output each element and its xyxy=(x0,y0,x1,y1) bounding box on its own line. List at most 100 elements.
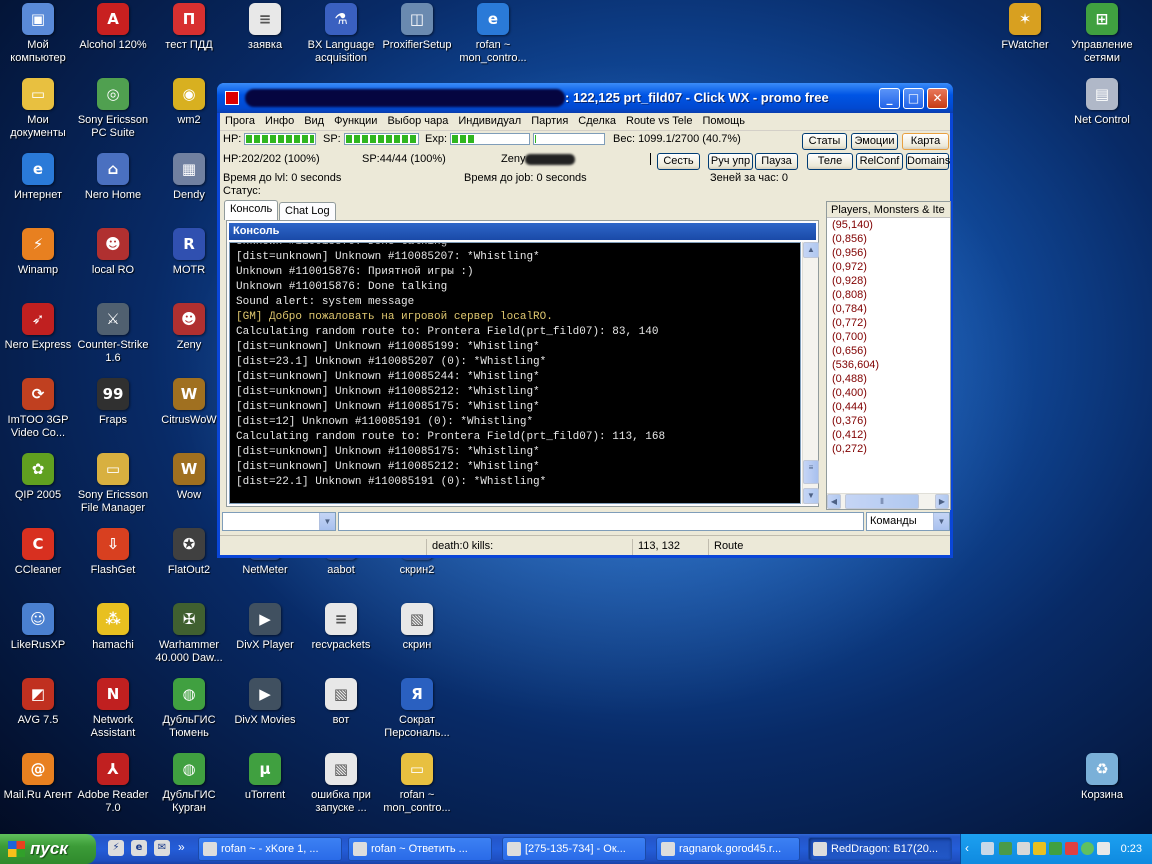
title-bar[interactable]: : 122,125 prt_fild07 - Click WX - promo … xyxy=(217,83,953,113)
desktop-icon[interactable]: µ uTorrent xyxy=(225,751,305,823)
desktop-icon[interactable]: ≡ recvpackets xyxy=(301,601,381,673)
qip-tray-icon[interactable] xyxy=(1081,842,1094,855)
desktop-icon[interactable]: 99 Fraps xyxy=(73,376,153,448)
desktop-icon[interactable]: A Alcohol 120% xyxy=(73,1,153,73)
desktop-icon[interactable]: ▤ Net Control xyxy=(1062,76,1142,148)
minimize-button[interactable]: _ xyxy=(879,88,900,109)
desktop-icon[interactable]: ▭ Sony Ericsson File Manager xyxy=(73,451,153,523)
desktop-icon[interactable]: ◩ AVG 7.5 xyxy=(0,676,78,748)
taskbar-button[interactable]: rofan ~ Ответить ... xyxy=(348,837,492,861)
network-tray-icon[interactable] xyxy=(981,842,994,855)
desktop-icon[interactable]: ▣ Мой компьютер xyxy=(0,1,78,73)
scroll-thumb[interactable]: ≡ xyxy=(803,460,819,484)
desktop-icon[interactable]: ⚗ BX Language acquisition xyxy=(301,1,381,73)
volume-tray-icon[interactable] xyxy=(1017,842,1030,855)
desktop-icon[interactable]: ▧ скрин xyxy=(377,601,457,673)
desktop-icon[interactable]: ☺ LikeRusXP xyxy=(0,601,78,673)
list-item[interactable]: (0,808) xyxy=(827,288,950,302)
list-item[interactable]: (0,444) xyxy=(827,400,950,414)
menu-item[interactable]: Функции xyxy=(329,113,382,129)
desktop-icon[interactable]: ⚔ Counter-Strike 1.6 xyxy=(73,301,153,373)
desktop-icon[interactable]: ♻ Корзина xyxy=(1062,751,1142,823)
manual-control-button[interactable]: Руч упр xyxy=(708,153,753,170)
domains-button[interactable]: Domains xyxy=(906,153,950,170)
desktop-icon[interactable]: ⟳ ImTOO 3GP Video Co... xyxy=(0,376,78,448)
desktop-icon[interactable]: ⁂ hamachi xyxy=(73,601,153,673)
taskbar-button[interactable]: [275-135-734] - Ок... xyxy=(502,837,646,861)
list-item[interactable]: (0,956) xyxy=(827,246,950,260)
commands-select[interactable]: Команды ▼ xyxy=(866,512,950,531)
taskbar-button[interactable]: ragnarok.gorod45.r... xyxy=(656,837,800,861)
list-item[interactable]: (0,700) xyxy=(827,330,950,344)
emotions-button[interactable]: Эмоции xyxy=(851,133,898,150)
desktop-icon[interactable]: Я Сократ Персональ... xyxy=(377,676,457,748)
taskbar-button[interactable]: rofan ~ - xKore 1, ... xyxy=(198,837,342,861)
list-item[interactable]: (0,772) xyxy=(827,316,950,330)
command-input[interactable] xyxy=(338,512,864,531)
menu-item[interactable]: Инфо xyxy=(260,113,299,129)
desktop-icon[interactable]: ⇩ FlashGet xyxy=(73,526,153,598)
desktop-icon[interactable]: ◫ ProxifierSetup xyxy=(377,1,457,73)
chat-target-select[interactable]: ▼ xyxy=(222,512,336,531)
players-monsters-header[interactable]: Players, Monsters & Ite xyxy=(827,202,950,218)
teleport-button[interactable]: Теле xyxy=(807,153,853,170)
desktop-icon[interactable]: ▶ DivX Player xyxy=(225,601,305,673)
app-icon[interactable] xyxy=(225,91,239,105)
list-item[interactable]: (0,376) xyxy=(827,414,950,428)
desktop-icon[interactable]: ▧ ошибка при запуске ... xyxy=(301,751,381,823)
desktop-icon[interactable]: ⌂ Nero Home xyxy=(73,151,153,223)
scroll-up-icon[interactable]: ▲ xyxy=(803,242,819,258)
quicklaunch-more[interactable]: » xyxy=(178,840,185,854)
desktop-icon[interactable]: ⅄ Adobe Reader 7.0 xyxy=(73,751,153,823)
desktop-icon[interactable]: ▭ Мои документы xyxy=(0,76,78,148)
list-item[interactable]: (536,604) xyxy=(827,358,950,372)
list-item[interactable]: (0,972) xyxy=(827,260,950,274)
desktop-icon[interactable]: ▶ DivX Movies xyxy=(225,676,305,748)
menu-item[interactable]: Помощь xyxy=(697,113,750,129)
desktop-icon[interactable]: ▧ вот xyxy=(301,676,381,748)
quicklaunch-winamp-icon[interactable]: ⚡ xyxy=(108,840,124,856)
console-scrollbar[interactable]: ▲ ≡ ▼ xyxy=(802,242,819,504)
menu-item[interactable]: Сделка xyxy=(573,113,621,129)
avg-tray-icon[interactable] xyxy=(1033,842,1046,855)
list-item[interactable]: (0,784) xyxy=(827,302,950,316)
menu-item[interactable]: Вид xyxy=(299,113,329,129)
desktop-icon[interactable]: e Интернет xyxy=(0,151,78,223)
list-item[interactable]: (0,928) xyxy=(827,274,950,288)
scroll-right-icon[interactable]: ▶ xyxy=(935,494,949,509)
pause-button[interactable]: Пауза xyxy=(755,153,798,170)
tab-chat-log[interactable]: Chat Log xyxy=(279,202,336,220)
tray-expand-icon[interactable]: ‹ xyxy=(965,841,969,855)
scroll-left-icon[interactable]: ◀ xyxy=(827,494,841,509)
desktop-icon[interactable]: ▭ rofan ~ mon_contro... xyxy=(377,751,457,823)
relconf-button[interactable]: RelConf xyxy=(856,153,903,170)
list-item[interactable]: (0,412) xyxy=(827,428,950,442)
start-button[interactable]: пуск xyxy=(0,834,96,864)
desktop-icon[interactable]: ⊞ Управление сетями xyxy=(1062,1,1142,73)
desktop-icon[interactable]: ≡ заявка xyxy=(225,1,305,73)
menu-item[interactable]: Партия xyxy=(526,113,573,129)
desktop-icon[interactable]: ◍ ДубльГИС Тюмень xyxy=(149,676,229,748)
desktop-icon[interactable]: @ Mail.Ru Агент xyxy=(0,751,78,823)
mailru-tray-icon[interactable] xyxy=(1065,842,1078,855)
scroll-down-icon[interactable]: ▼ xyxy=(803,488,819,504)
close-button[interactable]: ✕ xyxy=(927,88,948,109)
map-button[interactable]: Карта xyxy=(902,133,949,150)
chevron-down-icon[interactable]: ▼ xyxy=(933,513,949,530)
desktop-icon[interactable]: ✶ FWatcher xyxy=(985,1,1065,73)
desktop-icon[interactable]: e rofan ~ mon_contro... xyxy=(453,1,533,73)
chevron-down-icon[interactable]: ▼ xyxy=(319,513,335,530)
sit-button[interactable]: Сесть xyxy=(657,153,700,170)
clock[interactable]: 0:23 xyxy=(1121,834,1142,864)
tab-console[interactable]: Консоль xyxy=(224,200,279,220)
desktop-icon[interactable]: ◍ ДубльГИС Курган xyxy=(149,751,229,823)
list-item[interactable]: (0,272) xyxy=(827,442,950,456)
stats-button[interactable]: Статы xyxy=(802,133,847,150)
hscroll-thumb[interactable]: ⦀ xyxy=(845,494,919,509)
taskbar-button[interactable]: RedDragon: B17(20... xyxy=(808,837,952,861)
desktop-icon[interactable]: ◎ Sony Ericsson PC Suite xyxy=(73,76,153,148)
list-item[interactable]: (0,488) xyxy=(827,372,950,386)
desktop-icon[interactable]: Πтест ПДД xyxy=(149,1,229,73)
desktop-icon[interactable]: ✠ Warhammer 40.000 Daw... xyxy=(149,601,229,673)
hamachi-tray-icon[interactable] xyxy=(999,842,1012,855)
